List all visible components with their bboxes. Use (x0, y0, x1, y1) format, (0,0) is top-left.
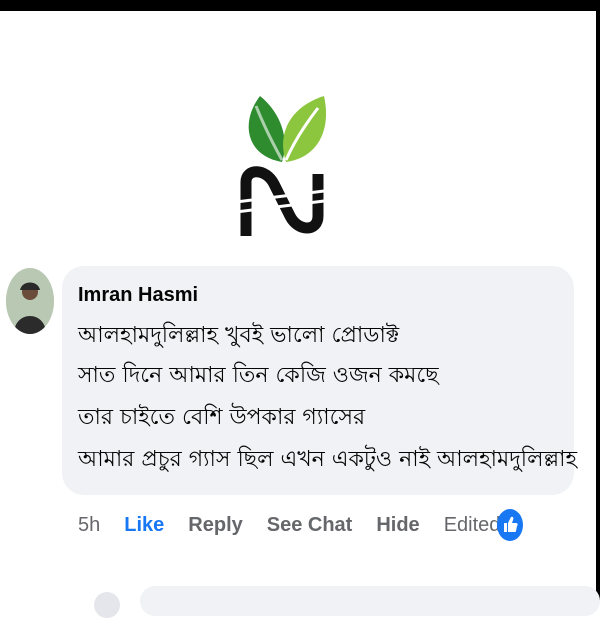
reply-button[interactable]: Reply (188, 514, 242, 537)
next-comment-avatar[interactable] (94, 592, 120, 618)
comment-actions: 5h Like Reply See Chat Hide Edited (78, 510, 524, 540)
like-button[interactable]: Like (124, 514, 164, 537)
comment-line-3: তার চাইতে বেশি উপকার গ্যাসের (78, 405, 366, 430)
hide-button[interactable]: Hide (376, 514, 419, 537)
edited-label[interactable]: Edited (444, 514, 501, 537)
comment-line-1: আলহামদুলিল্লাহ খুবই ভালো প্রোডাক্ট (78, 323, 400, 348)
top-border (0, 0, 600, 11)
next-comment-bubble (140, 586, 600, 616)
right-border (596, 0, 600, 600)
comment-timestamp[interactable]: 5h (78, 514, 100, 537)
like-thumb-icon[interactable] (496, 508, 524, 542)
see-chat-button[interactable]: See Chat (267, 514, 353, 537)
comment-line-4: আমার প্রচুর গ্যাস ছিল এখন একটুও নাই আলহা… (78, 447, 578, 472)
avatar[interactable] (6, 268, 54, 334)
comment-line-2: সাত দিনে আমার তিন কেজি ওজন কমছে (78, 363, 439, 388)
leaf-n-logo-icon (235, 96, 333, 236)
comment-author[interactable]: Imran Hasmi (78, 284, 198, 307)
